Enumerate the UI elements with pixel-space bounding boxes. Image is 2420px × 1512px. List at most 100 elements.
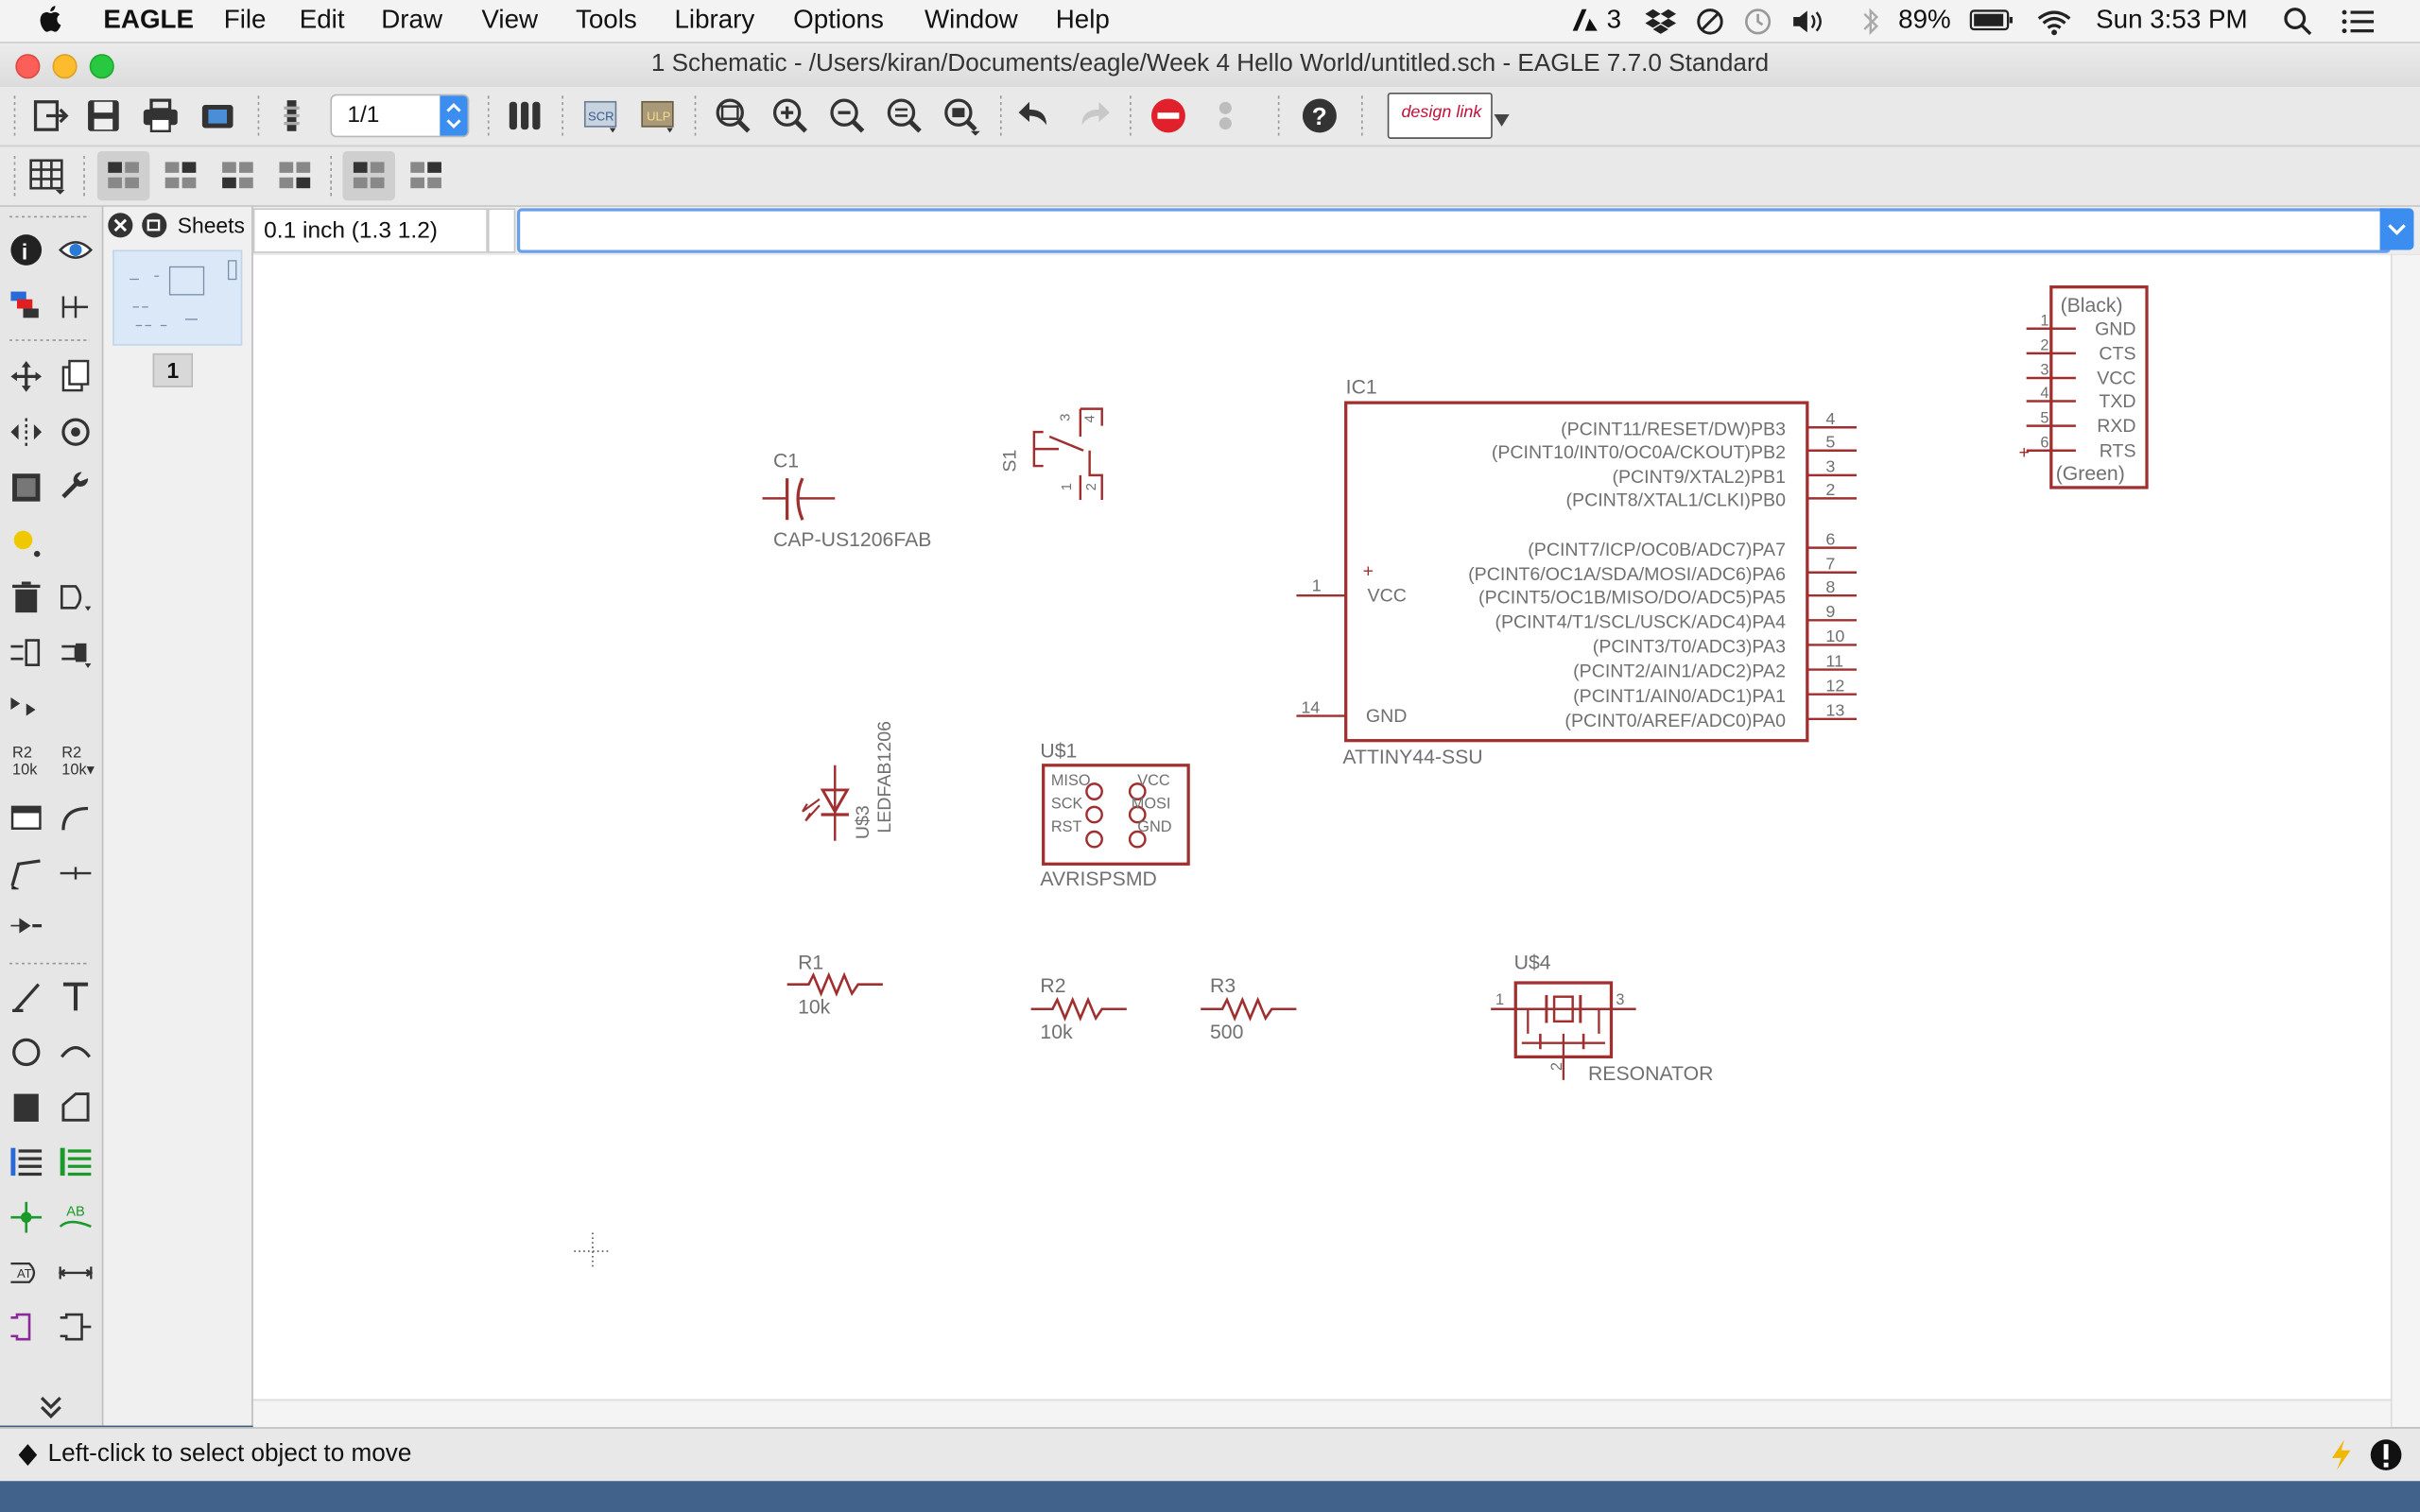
label-icon[interactable]: AB — [57, 1199, 94, 1236]
battery-icon[interactable] — [1969, 8, 2015, 32]
redo-icon[interactable] — [1073, 95, 1113, 135]
replace-icon[interactable] — [57, 634, 94, 671]
smash-icon[interactable] — [8, 799, 44, 836]
bus-icon[interactable] — [8, 1143, 44, 1180]
value-tool-icon[interactable]: R2 10k▾ — [61, 746, 95, 780]
zoom-redraw-icon[interactable] — [885, 95, 925, 135]
zoom-window-button[interactable] — [89, 54, 114, 79]
expand-toolbar-icon[interactable] — [32, 1388, 69, 1425]
script-icon[interactable]: SCR — [582, 95, 622, 135]
alert-icon[interactable] — [2369, 1438, 2403, 1472]
split-icon[interactable] — [8, 854, 44, 891]
volume-icon[interactable] — [1790, 7, 1830, 38]
line-icon[interactable] — [8, 978, 44, 1015]
vertical-scrollbar[interactable] — [2390, 254, 2420, 1428]
board-switch-icon[interactable] — [271, 95, 311, 135]
design-link-button[interactable]: design link — [1387, 92, 1493, 139]
miter-icon[interactable] — [57, 799, 94, 836]
name-tool-icon[interactable]: R2 10k — [12, 746, 37, 780]
rectangle-icon[interactable] — [8, 1090, 44, 1126]
polygon-icon[interactable] — [57, 1090, 94, 1126]
zoom-in-icon[interactable] — [770, 95, 810, 135]
chevron-down-icon[interactable] — [1494, 113, 1510, 127]
part-u4-resonator[interactable]: U$4 1 3 2 RESONATOR — [1491, 952, 1713, 1085]
net-icon[interactable] — [57, 1143, 94, 1180]
attribute-icon[interactable]: AT — [8, 1254, 44, 1291]
part-r3[interactable]: R3 500 — [1201, 975, 1297, 1043]
zoom-select-icon[interactable] — [942, 95, 981, 136]
paste-bulb-icon[interactable] — [8, 524, 44, 561]
ulp-icon[interactable]: ULP — [639, 95, 679, 135]
schematic-canvas[interactable]: C1 CAP-US1206FAB S1 3 4 1 2 IC1 1 14 + V… — [252, 254, 2391, 1400]
menu-draw[interactable]: Draw — [381, 5, 442, 36]
part-u1-avrisp[interactable]: U$1 MISO SCK RST VCC MOSI GND AVRISPSMD — [1040, 741, 1190, 891]
mirror-icon[interactable] — [8, 414, 44, 451]
grid-icon[interactable] — [27, 156, 67, 196]
sheet-number[interactable]: 1 — [152, 352, 194, 387]
delete-trash-icon[interactable] — [8, 578, 44, 615]
wifi-icon[interactable] — [2034, 7, 2074, 38]
sheet-select[interactable]: 1/1 — [330, 94, 470, 138]
do-not-disturb-icon[interactable] — [1695, 7, 1726, 38]
text-icon[interactable] — [57, 978, 94, 1015]
command-input[interactable] — [516, 208, 2391, 253]
menu-help[interactable]: Help — [1056, 5, 1110, 36]
gateswap-icon[interactable] — [8, 688, 44, 725]
display-layers-icon[interactable] — [8, 287, 44, 324]
zoom-fit-icon[interactable] — [713, 95, 752, 135]
info-icon[interactable]: i — [8, 232, 44, 268]
part-u3-led[interactable]: LEDFAB1206 U$3 — [802, 721, 895, 841]
help-icon[interactable]: ? — [1300, 95, 1340, 135]
align-bottom-left-icon[interactable] — [217, 156, 257, 196]
rotate-icon[interactable] — [57, 414, 94, 451]
command-history-dropdown[interactable] — [2379, 208, 2414, 250]
notification-center-icon[interactable] — [2342, 8, 2376, 35]
undo-icon[interactable] — [1015, 95, 1055, 135]
cam-processor-icon[interactable] — [198, 95, 237, 135]
move-icon[interactable] — [8, 358, 44, 395]
pinswap-icon[interactable] — [8, 634, 44, 671]
menu-edit[interactable]: Edit — [300, 5, 345, 36]
align-top-left-icon[interactable] — [103, 156, 143, 196]
frame-icon[interactable] — [8, 1308, 44, 1345]
layer-settings-icon[interactable] — [505, 95, 544, 135]
optimize-icon[interactable] — [8, 907, 44, 944]
close-panel-icon[interactable] — [107, 212, 134, 239]
part-ic1[interactable]: IC1 1 14 + VCC GND (PCINT11/RESET/DW)PB3… — [1296, 376, 1858, 768]
sheet-select-stepper-icon[interactable] — [440, 95, 468, 136]
arc-icon[interactable] — [57, 1034, 94, 1071]
dimension-icon[interactable] — [57, 1254, 94, 1291]
part-c1[interactable]: C1 CAP-US1206FAB — [762, 451, 932, 551]
part-r1[interactable]: R1 10k — [786, 952, 883, 1019]
lightning-icon[interactable] — [2327, 1438, 2355, 1472]
menu-file[interactable]: File — [224, 5, 267, 36]
mark-icon[interactable] — [57, 287, 94, 324]
align-bottom-right-icon[interactable] — [275, 156, 315, 196]
horizontal-scrollbar[interactable] — [252, 1399, 2391, 1429]
align-top-right-icon[interactable] — [161, 156, 200, 196]
add-part-icon[interactable] — [57, 578, 94, 615]
menu-tools[interactable]: Tools — [576, 5, 637, 36]
adobe-icon[interactable] — [1569, 7, 1603, 34]
mirror-off-icon[interactable] — [349, 156, 389, 196]
menu-options[interactable]: Options — [793, 5, 884, 36]
time-machine-icon[interactable] — [1741, 7, 1775, 38]
sheet-thumbnail[interactable] — [112, 249, 243, 346]
dropbox-icon[interactable] — [1645, 7, 1679, 34]
group-icon[interactable] — [8, 469, 44, 506]
schematic-drawing[interactable]: C1 CAP-US1206FAB S1 3 4 1 2 IC1 1 14 + V… — [253, 254, 2391, 1399]
bluetooth-icon[interactable] — [1859, 7, 1881, 38]
show-eye-icon[interactable] — [57, 232, 94, 268]
part-s1[interactable]: S1 3 4 1 2 — [999, 407, 1103, 500]
open-icon[interactable] — [31, 95, 71, 135]
part-ftdi-header[interactable]: (Black) (Green) + 1 GND 2 CTS 3 VCC 4 TXD 5 RXD 6 R… — [2019, 285, 2149, 490]
stop-icon[interactable] — [1149, 95, 1188, 135]
invoke-icon[interactable] — [57, 854, 94, 891]
app-menu[interactable]: EAGLE — [103, 5, 194, 36]
go-icon[interactable] — [1205, 95, 1245, 135]
detach-panel-icon[interactable] — [141, 212, 168, 239]
command-history-box[interactable] — [487, 208, 516, 253]
circle-icon[interactable] — [8, 1034, 44, 1071]
menu-window[interactable]: Window — [925, 5, 1018, 36]
close-window-button[interactable] — [15, 54, 41, 79]
